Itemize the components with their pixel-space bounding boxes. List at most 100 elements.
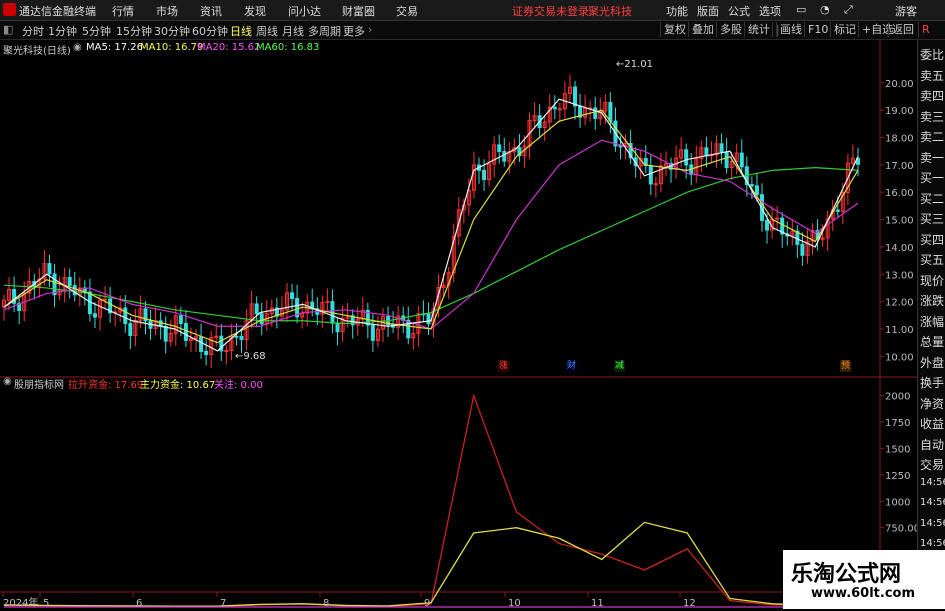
event-reduce-marker[interactable]: 减 <box>614 361 625 372</box>
menu-options[interactable]: 选项 <box>759 3 781 19</box>
period-timeshare[interactable]: 分时 <box>22 23 44 39</box>
side-panel-item[interactable]: 买四 <box>920 231 944 248</box>
sub-y-tick-label: 1000 <box>885 497 910 508</box>
side-panel-item[interactable]: 换手 <box>920 374 944 391</box>
side-panel-item[interactable]: 卖二 <box>920 128 944 145</box>
collapse-icon[interactable]: ◧ <box>3 23 13 36</box>
event-limitup-marker[interactable]: 涨 <box>498 361 509 372</box>
menu-bar: 通达信金融终端 行情 市场 资讯 发现 问小达 财富圈 交易 证券交易未登录 聚… <box>0 0 945 21</box>
y-tick-label: 18.00 <box>885 134 914 145</box>
candle-body <box>754 185 759 196</box>
side-panel-item[interactable]: 14:56 <box>920 538 945 549</box>
side-panel-item[interactable]: 卖一 <box>920 149 944 166</box>
side-panel-item[interactable]: 收益 <box>920 415 944 432</box>
menu-wealth[interactable]: 财富圈 <box>342 3 375 19</box>
side-panel-item[interactable]: 涨跌 <box>920 292 944 309</box>
x-tick-label: 12 <box>683 598 696 609</box>
ma-line-ma10 <box>3 109 859 344</box>
period-multi[interactable]: 多周期 <box>308 23 341 39</box>
candle-body <box>370 324 375 341</box>
x-tick-label: 7 <box>220 598 226 609</box>
menu-function[interactable]: 功能 <box>666 3 688 19</box>
side-panel-item[interactable]: 14:56 <box>920 477 945 488</box>
y-tick-label: 17.00 <box>885 161 914 172</box>
menu-trade[interactable]: 交易 <box>396 3 418 19</box>
event-finance-marker[interactable]: 财 <box>566 361 577 372</box>
side-panel-item[interactable]: 外盘 <box>920 354 944 371</box>
candle-body <box>618 145 623 148</box>
candle-body <box>800 243 805 256</box>
candle-body <box>704 147 709 157</box>
side-panel-item[interactable]: 涨幅 <box>920 313 944 330</box>
sub-chart-name: 股朋指标网 <box>14 380 64 391</box>
toolbar-mark[interactable]: 标记 <box>830 22 859 37</box>
user-label[interactable]: 游客 <box>895 3 917 19</box>
toolbar-multistock[interactable]: 多股 <box>716 22 745 37</box>
candle-body <box>234 335 239 338</box>
minimize-icon[interactable]: ▭ <box>796 3 806 16</box>
event-forecast-marker[interactable]: 预 <box>840 361 851 372</box>
side-panel-item[interactable]: 卖三 <box>920 108 944 125</box>
period-15min[interactable]: 15分钟 <box>116 23 152 39</box>
candle-body <box>92 313 97 318</box>
bell-icon[interactable]: ◔ <box>820 3 830 16</box>
y-tick-label: 15.00 <box>885 216 914 227</box>
candle-body <box>183 322 188 341</box>
login-status[interactable]: 证券交易未登录 <box>512 3 589 19</box>
side-panel-item[interactable]: 14:56 <box>920 518 945 529</box>
menu-formula[interactable]: 公式 <box>728 3 750 19</box>
menu-discover[interactable]: 发现 <box>244 3 266 19</box>
side-panel-item[interactable]: 卖五 <box>920 67 944 84</box>
sub-chart-settings-icon[interactable]: ◉ <box>3 376 12 387</box>
candle-body <box>502 151 507 162</box>
toolbar-draw[interactable]: 画线 <box>776 22 805 37</box>
chart-area[interactable]: 20.00 19.00 18.00 17.00 16.00 15.00 14.00 13.00… <box>0 40 917 609</box>
sub-y-tick-label: 1250 <box>885 471 910 482</box>
toolbar-fuquan[interactable]: 复权 <box>660 22 689 37</box>
toolbar-overlay[interactable]: 叠加 <box>688 22 717 37</box>
side-panel-item[interactable]: 卖四 <box>920 87 944 104</box>
menu-ask[interactable]: 问小达 <box>288 3 321 19</box>
side-panel-item[interactable]: 14:56 <box>920 497 945 508</box>
chevron-right-icon[interactable]: › <box>368 23 372 36</box>
sub-line-1 <box>3 521 859 607</box>
toolbar-stats[interactable]: 统计 <box>744 22 773 37</box>
side-panel-item[interactable]: 买二 <box>920 190 944 207</box>
period-daily[interactable]: 日线 <box>230 23 252 39</box>
side-panel-item[interactable]: 净资 <box>920 395 944 412</box>
candle-body <box>325 301 330 304</box>
candle-body <box>290 292 295 299</box>
period-1min[interactable]: 1分钟 <box>48 23 77 39</box>
side-panel-item[interactable]: 交易 <box>920 456 944 473</box>
side-panel-item[interactable]: 买一 <box>920 169 944 186</box>
menu-news[interactable]: 资讯 <box>200 3 222 19</box>
toolbar-f10[interactable]: F10 <box>804 22 831 37</box>
sub-main-label: 主力资金: 10.67 <box>140 380 216 391</box>
menu-market[interactable]: 行情 <box>112 3 134 19</box>
side-panel-item[interactable]: 自动 <box>920 436 944 453</box>
expand-icon[interactable]: ⤢ <box>844 3 853 17</box>
toolbar-r[interactable]: R <box>918 22 933 37</box>
toolbar-back[interactable]: 返回 <box>888 22 917 37</box>
candle-body <box>67 277 72 287</box>
side-panel-item[interactable]: 总量 <box>920 333 944 350</box>
period-60min[interactable]: 60分钟 <box>192 23 228 39</box>
candle-body <box>648 165 653 185</box>
period-weekly[interactable]: 周线 <box>256 23 278 39</box>
period-5min[interactable]: 5分钟 <box>82 23 111 39</box>
side-panel-item[interactable]: 买五 <box>920 251 944 268</box>
period-monthly[interactable]: 月线 <box>282 23 304 39</box>
menu-layout[interactable]: 版面 <box>697 3 719 19</box>
ma-line-ma60 <box>3 167 859 325</box>
period-toolbar: ◧ 分时 1分钟 5分钟 15分钟 30分钟 60分钟 日线 周线 月线 多周期… <box>0 21 945 40</box>
side-panel-item[interactable]: 买三 <box>920 210 944 227</box>
watermark: 乐淘公式网 www.60lt.com <box>783 550 945 609</box>
candle-body <box>254 303 259 315</box>
low-marker: ←9.68 <box>235 351 266 362</box>
period-more[interactable]: 更多 <box>343 23 365 39</box>
period-30min[interactable]: 30分钟 <box>154 23 190 39</box>
side-panel-item[interactable]: 委比 <box>920 46 944 63</box>
side-panel-item[interactable]: 现价 <box>920 272 944 289</box>
candle-body <box>724 151 729 169</box>
menu-markets[interactable]: 市场 <box>156 3 178 19</box>
